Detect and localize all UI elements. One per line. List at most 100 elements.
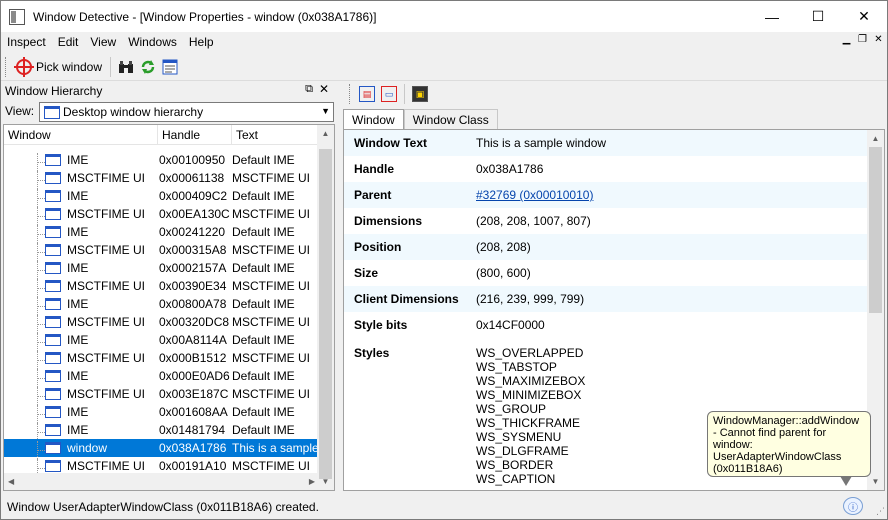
scroll-right-icon[interactable]: ▶	[309, 477, 315, 486]
tree-row[interactable]: IME 0x00800A78 Default IME	[4, 295, 319, 315]
tree-cell-window: IME	[4, 297, 158, 315]
window-title: Window Detective - [Window Properties - …	[33, 9, 377, 24]
tree-cell-handle: 0x00191A10	[159, 459, 227, 473]
tree-row[interactable]: IME 0x00100950 Default IME	[4, 151, 319, 171]
dropdown-arrow-icon: ▼	[321, 106, 330, 116]
tree-cell-handle: 0x00100950	[159, 153, 226, 167]
tab-window[interactable]: Window	[343, 109, 404, 130]
tree-row[interactable]: MSCTFIME UI 0x000315A8 MSCTFIME UI	[4, 241, 319, 261]
tree-connector-h	[37, 432, 45, 433]
close-panel-icon[interactable]: ✕	[319, 82, 329, 96]
window-icon	[45, 244, 61, 256]
tree-row[interactable]: MSCTFIME UI 0x00390E34 MSCTFIME UI	[4, 277, 319, 297]
mdi-minimize-icon[interactable]: ▁	[840, 34, 853, 47]
window-icon	[45, 154, 61, 166]
menu-edit[interactable]: Edit	[52, 35, 85, 49]
tree-cell-handle: 0x00061138	[159, 171, 225, 185]
property-row: Parent #32769 (0x00010010)	[344, 182, 884, 208]
column-header-handle[interactable]: Handle	[158, 125, 232, 145]
tree-cell-handle: 0x000B1512	[159, 351, 227, 365]
properties-icon[interactable]	[161, 58, 179, 76]
mdi-close-icon[interactable]: ✕	[872, 34, 885, 47]
property-row: Position (208, 208)	[344, 234, 884, 260]
minimize-button[interactable]: —	[749, 1, 795, 32]
tree-row[interactable]: IME 0x001608AA Default IME	[4, 403, 319, 423]
tab-window-class[interactable]: Window Class	[403, 109, 498, 129]
tree-horizontal-scrollbar[interactable]: ◀ ▶	[4, 473, 319, 490]
toolbar-grip[interactable]	[5, 56, 8, 77]
tree-cell-window: IME	[4, 423, 158, 441]
property-key: Parent	[354, 188, 392, 202]
maximize-button[interactable]: ☐	[795, 1, 841, 32]
tree-row[interactable]: MSCTFIME UI 0x00320DC8 MSCTFIME UI	[4, 313, 319, 333]
tree-cell-text: Default IME	[232, 297, 295, 311]
tree-row[interactable]: MSCTFIME UI 0x00061138 MSCTFIME UI	[4, 169, 319, 189]
highlight-window-icon[interactable]: ▤	[359, 86, 375, 102]
close-button[interactable]: ✕	[841, 1, 887, 32]
tree-row[interactable]: MSCTFIME UI 0x000B1512 MSCTFIME UI	[4, 349, 319, 369]
props-scroll-up-icon[interactable]: ▲	[867, 130, 884, 147]
tree-connector-h	[37, 450, 45, 451]
props-scroll-down-icon[interactable]: ▼	[867, 473, 884, 490]
scroll-up-icon[interactable]: ▲	[317, 125, 334, 142]
tree-row[interactable]: IME 0x000E0AD6 Default IME	[4, 367, 319, 387]
styles-key: Styles	[354, 346, 390, 360]
tree-vertical-scrollbar[interactable]: ▲ ▼	[317, 125, 334, 490]
property-row: Size (800, 600)	[344, 260, 884, 286]
tree-row[interactable]: IME 0x000409C2 Default IME	[4, 187, 319, 207]
property-value: This is a sample window	[476, 136, 607, 150]
binoculars-icon[interactable]	[117, 58, 135, 76]
window-tree[interactable]: Window Handle Text IME 0x00100950 Default …	[3, 124, 335, 491]
menu-help[interactable]: Help	[183, 35, 220, 49]
title-bar: Window Detective - [Window Properties - …	[1, 1, 887, 32]
flash-window-icon[interactable]: ▭	[381, 86, 397, 102]
save-icon[interactable]: ▣	[412, 86, 428, 102]
tree-window-name: IME	[67, 423, 89, 437]
menu-windows[interactable]: Windows	[122, 35, 183, 49]
tree-row[interactable]: IME 0x0002157A Default IME	[4, 259, 319, 279]
properties-toolbar-grip[interactable]	[349, 84, 352, 104]
mdi-restore-icon[interactable]: ❐	[856, 34, 869, 47]
tree-row-selected[interactable]: window 0x038A1786 This is a sample	[4, 439, 319, 459]
tree-connector-h	[37, 198, 45, 199]
menu-inspect[interactable]: Inspect	[1, 35, 52, 49]
property-key: Style bits	[354, 318, 408, 332]
property-key: Handle	[354, 162, 395, 176]
pick-window-button[interactable]: Pick window	[12, 56, 106, 78]
refresh-icon[interactable]	[139, 58, 157, 76]
window-icon	[45, 424, 61, 436]
parent-link[interactable]: #32769 (0x00010010)	[476, 188, 884, 202]
column-header-window[interactable]: Window	[4, 125, 158, 145]
tree-row[interactable]: IME 0x00241220 Default IME	[4, 223, 319, 243]
tree-cell-window: MSCTFIME UI	[4, 171, 158, 189]
status-text: Window UserAdapterWindowClass (0x011B18A…	[7, 500, 319, 514]
window-icon	[45, 352, 61, 364]
view-select-value: Desktop window hierarchy	[63, 105, 204, 119]
style-flag: WS_GROUP	[476, 402, 547, 416]
scroll-down-icon[interactable]: ▼	[317, 473, 334, 490]
menu-view[interactable]: View	[84, 35, 122, 49]
props-scroll-thumb[interactable]	[869, 147, 882, 313]
tree-row[interactable]: IME 0x01481794 Default IME	[4, 421, 319, 441]
tree-connector-h	[37, 342, 45, 343]
window-icon	[45, 190, 61, 202]
style-flag: WS_BORDER	[476, 458, 554, 472]
float-panel-icon[interactable]: ⧉	[305, 83, 313, 96]
window-icon	[45, 208, 61, 220]
tree-cell-handle: 0x00241220	[159, 225, 226, 239]
status-bar: Window UserAdapterWindowClass (0x011B18A…	[1, 495, 887, 519]
scroll-left-icon[interactable]: ◀	[8, 477, 14, 486]
tree-row[interactable]: IME 0x00A8114A Default IME	[4, 331, 319, 351]
tree-cell-window: IME	[4, 189, 158, 207]
resize-grip-icon[interactable]: ⋰	[876, 506, 885, 517]
message-log-icon[interactable]: ⓘ	[843, 497, 863, 515]
scroll-thumb[interactable]	[319, 149, 332, 479]
tree-cell-handle: 0x00EA130C	[159, 207, 230, 221]
tree-window-name: MSCTFIME UI	[67, 315, 145, 329]
column-header-text[interactable]: Text	[232, 125, 319, 145]
view-select[interactable]: Desktop window hierarchy ▼	[39, 102, 334, 122]
tree-connector-h	[37, 414, 45, 415]
tree-row[interactable]: MSCTFIME UI 0x003E187C MSCTFIME UI	[4, 385, 319, 405]
tree-cell-window: MSCTFIME UI	[4, 459, 158, 477]
tree-row[interactable]: MSCTFIME UI 0x00EA130C MSCTFIME UI	[4, 205, 319, 225]
